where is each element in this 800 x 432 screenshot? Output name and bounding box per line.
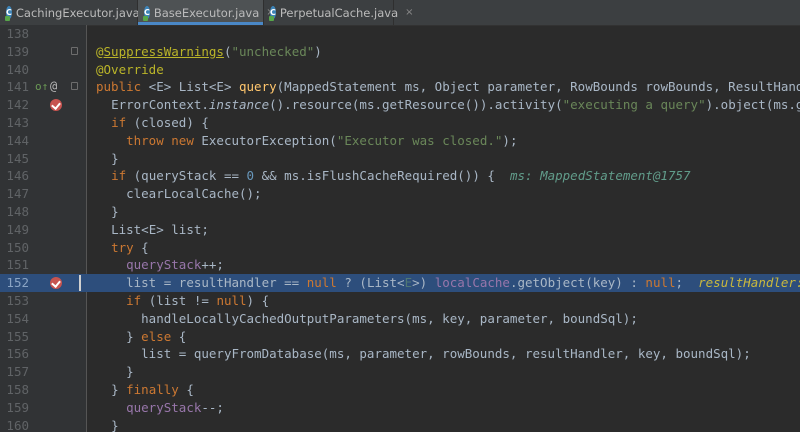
tab-perpetual-cache[interactable]: C PerpetualCache.java × — [264, 0, 414, 25]
line-number: 144 — [6, 132, 29, 148]
line-number: 145 — [6, 150, 29, 166]
code-text: if (list != null) { — [126, 293, 270, 308]
line-number: 142 — [6, 97, 29, 113]
code-line[interactable]: 149 List<E> list; — [0, 221, 800, 239]
code-line[interactable]: 156 list = queryFromDatabase(ms, paramet… — [0, 345, 800, 363]
code-line[interactable]: 141 o↑ @ public <E> List<E> query(Mapped… — [0, 78, 800, 96]
code-line[interactable]: 159 queryStack--; — [0, 399, 800, 417]
current-execution-line[interactable]: 152 list = resultHandler == null ? (List… — [0, 274, 800, 292]
tab-caching-executor[interactable]: C CachingExecutor.java × — [0, 0, 155, 25]
tab-label: BaseExecutor.java — [153, 5, 260, 20]
annotation-icon[interactable]: @ — [50, 79, 57, 94]
debug-inline-value: resultHandler: null — [698, 275, 800, 291]
code-line[interactable]: 145 } — [0, 150, 800, 168]
line-number: 159 — [6, 399, 29, 415]
line-number: 147 — [6, 186, 29, 202]
line-number: 149 — [6, 221, 29, 237]
code-text: handleLocallyCachedOutputParameters(ms, … — [141, 310, 638, 326]
code-text: clearLocalCache(); — [126, 186, 262, 202]
fold-marker-icon[interactable] — [71, 82, 78, 91]
editor-tab-bar: C CachingExecutor.java × C BaseExecutor.… — [0, 0, 800, 26]
code-line[interactable]: 158 } finally { — [0, 381, 800, 399]
code-text: list = queryFromDatabase(ms, parameter, … — [141, 346, 751, 362]
line-number: 138 — [6, 26, 29, 41]
line-number: 148 — [6, 204, 29, 219]
code-line[interactable]: 140 @Override — [0, 61, 800, 79]
code-line[interactable]: 146 if (queryStack == 0 && ms.isFlushCac… — [0, 167, 800, 185]
code-text: queryStack--; — [126, 399, 224, 415]
code-text: throw new ExecutorException("Executor wa… — [126, 132, 518, 148]
code-text: List<E> list; — [111, 221, 209, 237]
code-line[interactable]: 142 ErrorContext.instance().resource(ms.… — [0, 96, 800, 114]
line-number: 139 — [6, 43, 29, 59]
line-number: 158 — [6, 382, 29, 397]
code-text: } — [111, 417, 119, 432]
code-text: @SuppressWarnings("unchecked") — [96, 43, 322, 59]
java-class-icon: C — [143, 6, 150, 21]
code-text: try { — [111, 239, 149, 255]
code-line[interactable]: 155 } else { — [0, 328, 800, 346]
line-number: 141 — [6, 79, 29, 95]
code-line[interactable]: 153 if (list != null) { — [0, 292, 800, 310]
code-line[interactable]: 157 } — [0, 363, 800, 381]
code-line[interactable]: 150 try { — [0, 239, 800, 257]
line-number: 146 — [6, 168, 29, 184]
close-icon[interactable]: × — [405, 7, 413, 18]
line-number: 153 — [6, 293, 29, 308]
code-text: if (queryStack == 0 && ms.isFlushCacheRe… — [111, 168, 691, 184]
fold-marker-icon[interactable] — [71, 46, 78, 55]
code-text: if (closed) { — [111, 115, 209, 130]
code-line[interactable]: 160 } — [0, 417, 800, 432]
code-text: queryStack++; — [126, 257, 224, 273]
line-number: 151 — [6, 257, 29, 273]
code-text: } else { — [126, 328, 187, 344]
code-text: } finally { — [111, 382, 194, 397]
code-text: public <E> List<E> query(MappedStatement… — [96, 79, 800, 95]
code-text: ErrorContext.instance().resource(ms.getR… — [111, 97, 800, 113]
line-number: 157 — [6, 364, 29, 380]
line-number: 143 — [6, 115, 29, 130]
code-text: } — [111, 204, 119, 219]
code-text: list = resultHandler == null ? (List<E>)… — [96, 274, 800, 292]
java-class-icon: C — [269, 6, 276, 21]
code-line[interactable]: 151 queryStack++; — [0, 256, 800, 274]
code-line[interactable]: 154 handleLocallyCachedOutputParameters(… — [0, 310, 800, 328]
implements-method-icon[interactable]: o↑ — [35, 80, 48, 94]
java-class-icon: C — [5, 6, 12, 21]
line-number: 154 — [6, 310, 29, 326]
code-line[interactable]: 139 @SuppressWarnings("unchecked") — [0, 43, 800, 61]
line-number: 140 — [6, 61, 29, 77]
line-number: 152 — [6, 275, 29, 291]
code-line[interactable]: 143 if (closed) { — [0, 114, 800, 132]
line-number: 150 — [6, 239, 29, 255]
tab-label: PerpetualCache.java — [279, 5, 399, 20]
code-line[interactable]: 138 — [0, 25, 800, 43]
ide-window: C CachingExecutor.java × C BaseExecutor.… — [0, 0, 800, 432]
code-line[interactable]: 147 clearLocalCache(); — [0, 185, 800, 203]
code-text: } — [126, 364, 134, 380]
code-text: } — [111, 150, 119, 166]
breakpoint-icon[interactable] — [50, 99, 62, 112]
tab-base-executor[interactable]: C BaseExecutor.java × — [138, 0, 275, 25]
text-caret — [79, 275, 81, 292]
line-number: 156 — [6, 346, 29, 362]
debug-inline-value: ms: MappedStatement@1757 — [509, 168, 691, 184]
line-number: 160 — [6, 417, 29, 432]
tab-label: CachingExecutor.java — [15, 5, 140, 20]
code-text: @Override — [96, 61, 164, 77]
breakpoint-icon[interactable] — [50, 277, 62, 290]
code-line[interactable]: 144 throw new ExecutorException("Executo… — [0, 132, 800, 150]
line-number: 155 — [6, 328, 29, 344]
code-line[interactable]: 148 } — [0, 203, 800, 221]
